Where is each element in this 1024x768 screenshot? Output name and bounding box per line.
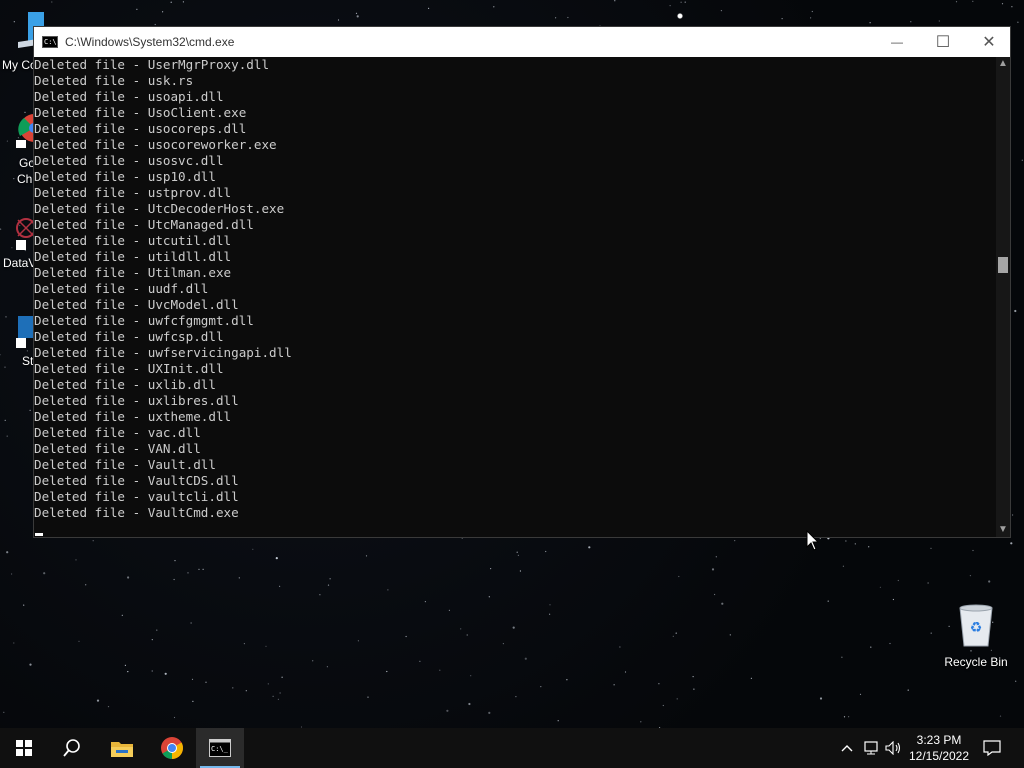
notification-icon [983, 740, 1001, 756]
window-titlebar[interactable]: C:\ C:\Windows\System32\cmd.exe — ☐ ✕ [34, 27, 1010, 57]
svg-text:♻: ♻ [970, 620, 983, 636]
scroll-down-icon[interactable]: ▼ [996, 523, 1010, 537]
console-line: Deleted file - uudf.dll [34, 281, 209, 296]
console-line: Deleted file - uxtheme.dll [34, 409, 232, 424]
cmd-icon: C:\ [42, 36, 58, 48]
minimize-icon: — [891, 35, 903, 49]
minimize-button[interactable]: — [874, 27, 920, 57]
console-line: Deleted file - Vault.dll [34, 457, 216, 472]
desktop-icon-recycle-bin[interactable]: ♻ Recycle Bin [944, 602, 1008, 669]
console-line: Deleted file - Utilman.exe [34, 265, 232, 280]
console-lines: Deleted file - UserMgrProxy.dll Deleted f… [34, 57, 996, 521]
start-button[interactable] [0, 728, 48, 768]
volume-icon [885, 741, 901, 755]
taskbar-chrome[interactable] [148, 728, 196, 768]
chevron-up-icon [841, 745, 853, 752]
console-line: Deleted file - UserMgrProxy.dll [34, 57, 270, 72]
taskbar-cmd[interactable]: C:\_ [196, 728, 244, 768]
console-line: Deleted file - utildll.dll [34, 249, 232, 264]
text-cursor [35, 533, 43, 536]
clock-button[interactable]: 3:23 PM 12/15/2022 [904, 728, 974, 768]
console-line: Deleted file - UtcDecoderHost.exe [34, 201, 285, 216]
console-line: Deleted file - utcutil.dll [34, 233, 232, 248]
console-line: Deleted file - ustprov.dll [34, 185, 232, 200]
console-line: Deleted file - usoapi.dll [34, 89, 224, 104]
search-button[interactable] [48, 728, 96, 768]
vertical-scrollbar[interactable]: ▲ ▼ [996, 57, 1010, 537]
close-button[interactable]: ✕ [966, 27, 1012, 57]
cmd-icon: C:\_ [209, 739, 231, 757]
show-hidden-icons-button[interactable] [838, 728, 856, 768]
mouse-pointer-icon [806, 530, 820, 551]
console-line: Deleted file - usk.rs [34, 73, 194, 88]
recycle-bin-icon: ♻ [959, 604, 993, 647]
console-line: Deleted file - VaultCmd.exe [34, 505, 239, 520]
console-line: Deleted file - UXInit.dll [34, 361, 224, 376]
action-center-button[interactable] [980, 728, 1004, 768]
file-explorer-icon [111, 742, 133, 757]
datawrangler-icon [16, 218, 36, 250]
network-icon [864, 741, 878, 755]
console-line: Deleted file - usocoreps.dll [34, 121, 247, 136]
app-shortcut-icon [16, 316, 34, 348]
maximize-icon: ☐ [935, 34, 951, 51]
console-line: Deleted file - uxlib.dll [34, 377, 216, 392]
console-line: Deleted file - uwfcsp.dll [34, 329, 224, 344]
desktop-icon-label: My Co [2, 58, 37, 72]
clock-date: 12/15/2022 [908, 749, 970, 763]
taskbar: C:\_ 3:23 PM 12/15/2022 [0, 728, 1024, 768]
console-line: Deleted file - vac.dll [34, 425, 201, 440]
scrollbar-thumb[interactable] [998, 257, 1008, 273]
desktop-icon-label: Ch [17, 172, 33, 186]
console-line: Deleted file - UsoClient.exe [34, 105, 247, 120]
recycle-bin-label: Recycle Bin [944, 655, 1008, 669]
network-button[interactable] [862, 728, 882, 768]
chrome-icon [161, 737, 183, 759]
console-line: Deleted file - UvcModel.dll [34, 297, 239, 312]
scroll-up-icon[interactable]: ▲ [996, 57, 1010, 71]
windows-start-icon [16, 740, 32, 756]
search-icon [63, 739, 80, 757]
console-line: Deleted file - vaultcli.dll [34, 489, 239, 504]
console-line: Deleted file - uwfcfgmgmt.dll [34, 313, 254, 328]
console-line: Deleted file - VaultCDS.dll [34, 473, 239, 488]
console-line: Deleted file - usosvc.dll [34, 153, 224, 168]
maximize-button[interactable]: ☐ [920, 27, 966, 57]
svg-text:C:\_: C:\_ [211, 745, 229, 753]
taskbar-file-explorer[interactable] [98, 728, 146, 768]
console-line: Deleted file - usp10.dll [34, 169, 216, 184]
desktop-icon-label: DataV [3, 256, 37, 270]
console-line: Deleted file - uxlibres.dll [34, 393, 239, 408]
cmd-window: C:\ C:\Windows\System32\cmd.exe — ☐ ✕ De… [33, 26, 1011, 538]
console-line: Deleted file - UtcManaged.dll [34, 217, 254, 232]
console-line: Deleted file - VAN.dll [34, 441, 201, 456]
desktop-icon-label: St [22, 354, 34, 368]
clock-time: 3:23 PM [916, 733, 962, 747]
console-output[interactable]: Deleted file - UserMgrProxy.dll Deleted f… [34, 57, 996, 537]
console-line: Deleted file - usocoreworker.exe [34, 137, 277, 152]
close-icon: ✕ [982, 34, 996, 51]
window-title: C:\Windows\System32\cmd.exe [65, 35, 235, 49]
volume-button[interactable] [884, 728, 904, 768]
console-line: Deleted file - uwfservicingapi.dll [34, 345, 292, 360]
